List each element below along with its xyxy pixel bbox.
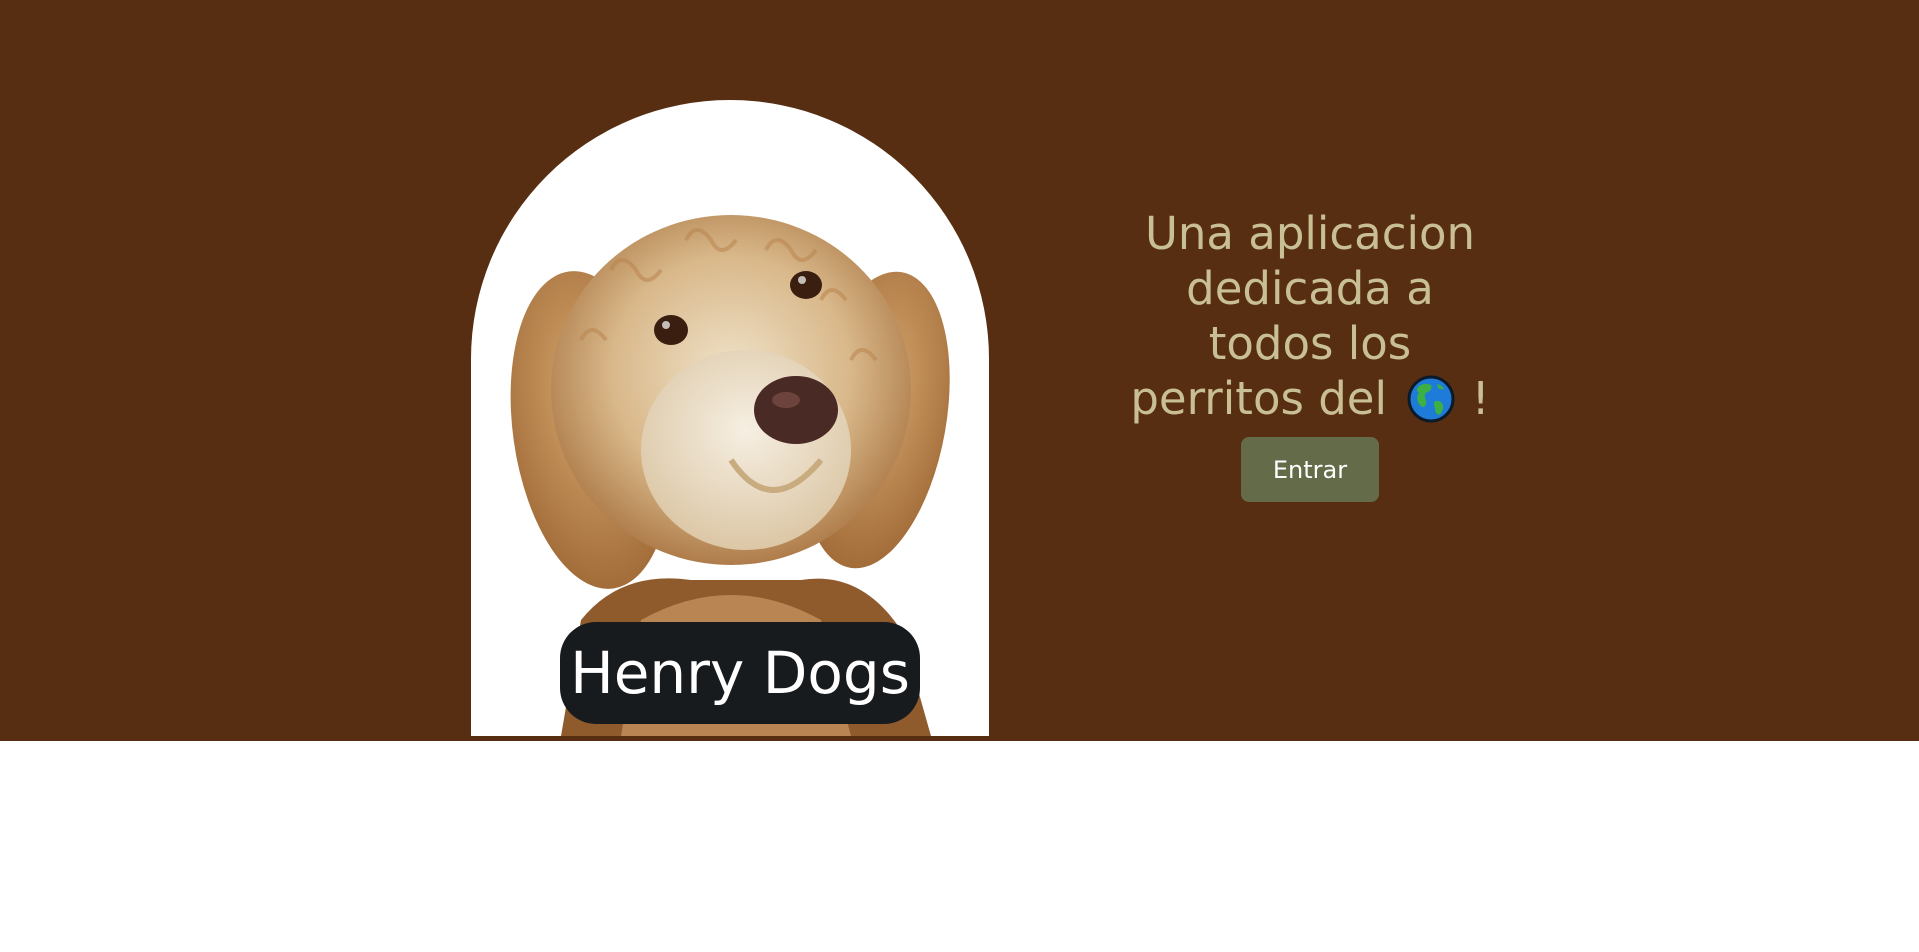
headline-line-4-suffix: ! (1471, 372, 1490, 425)
headline-line-2: dedicada a (1186, 262, 1434, 315)
brand-name-badge: Henry Dogs (560, 622, 920, 724)
hero-headline: Una aplicacion dedicada a todos los perr… (1110, 206, 1510, 426)
enter-button[interactable]: Entrar (1241, 437, 1379, 502)
headline-line-1: Una aplicacion (1144, 207, 1476, 260)
hero-section: Henry Dogs Una aplicacion dedicada a tod… (0, 0, 1919, 741)
globe-americas-icon (1407, 375, 1455, 423)
headline-line-4: perritos del ! (1110, 371, 1510, 426)
headline-line-4-text: perritos del (1130, 372, 1387, 425)
headline-line-3: todos los (1208, 317, 1412, 370)
